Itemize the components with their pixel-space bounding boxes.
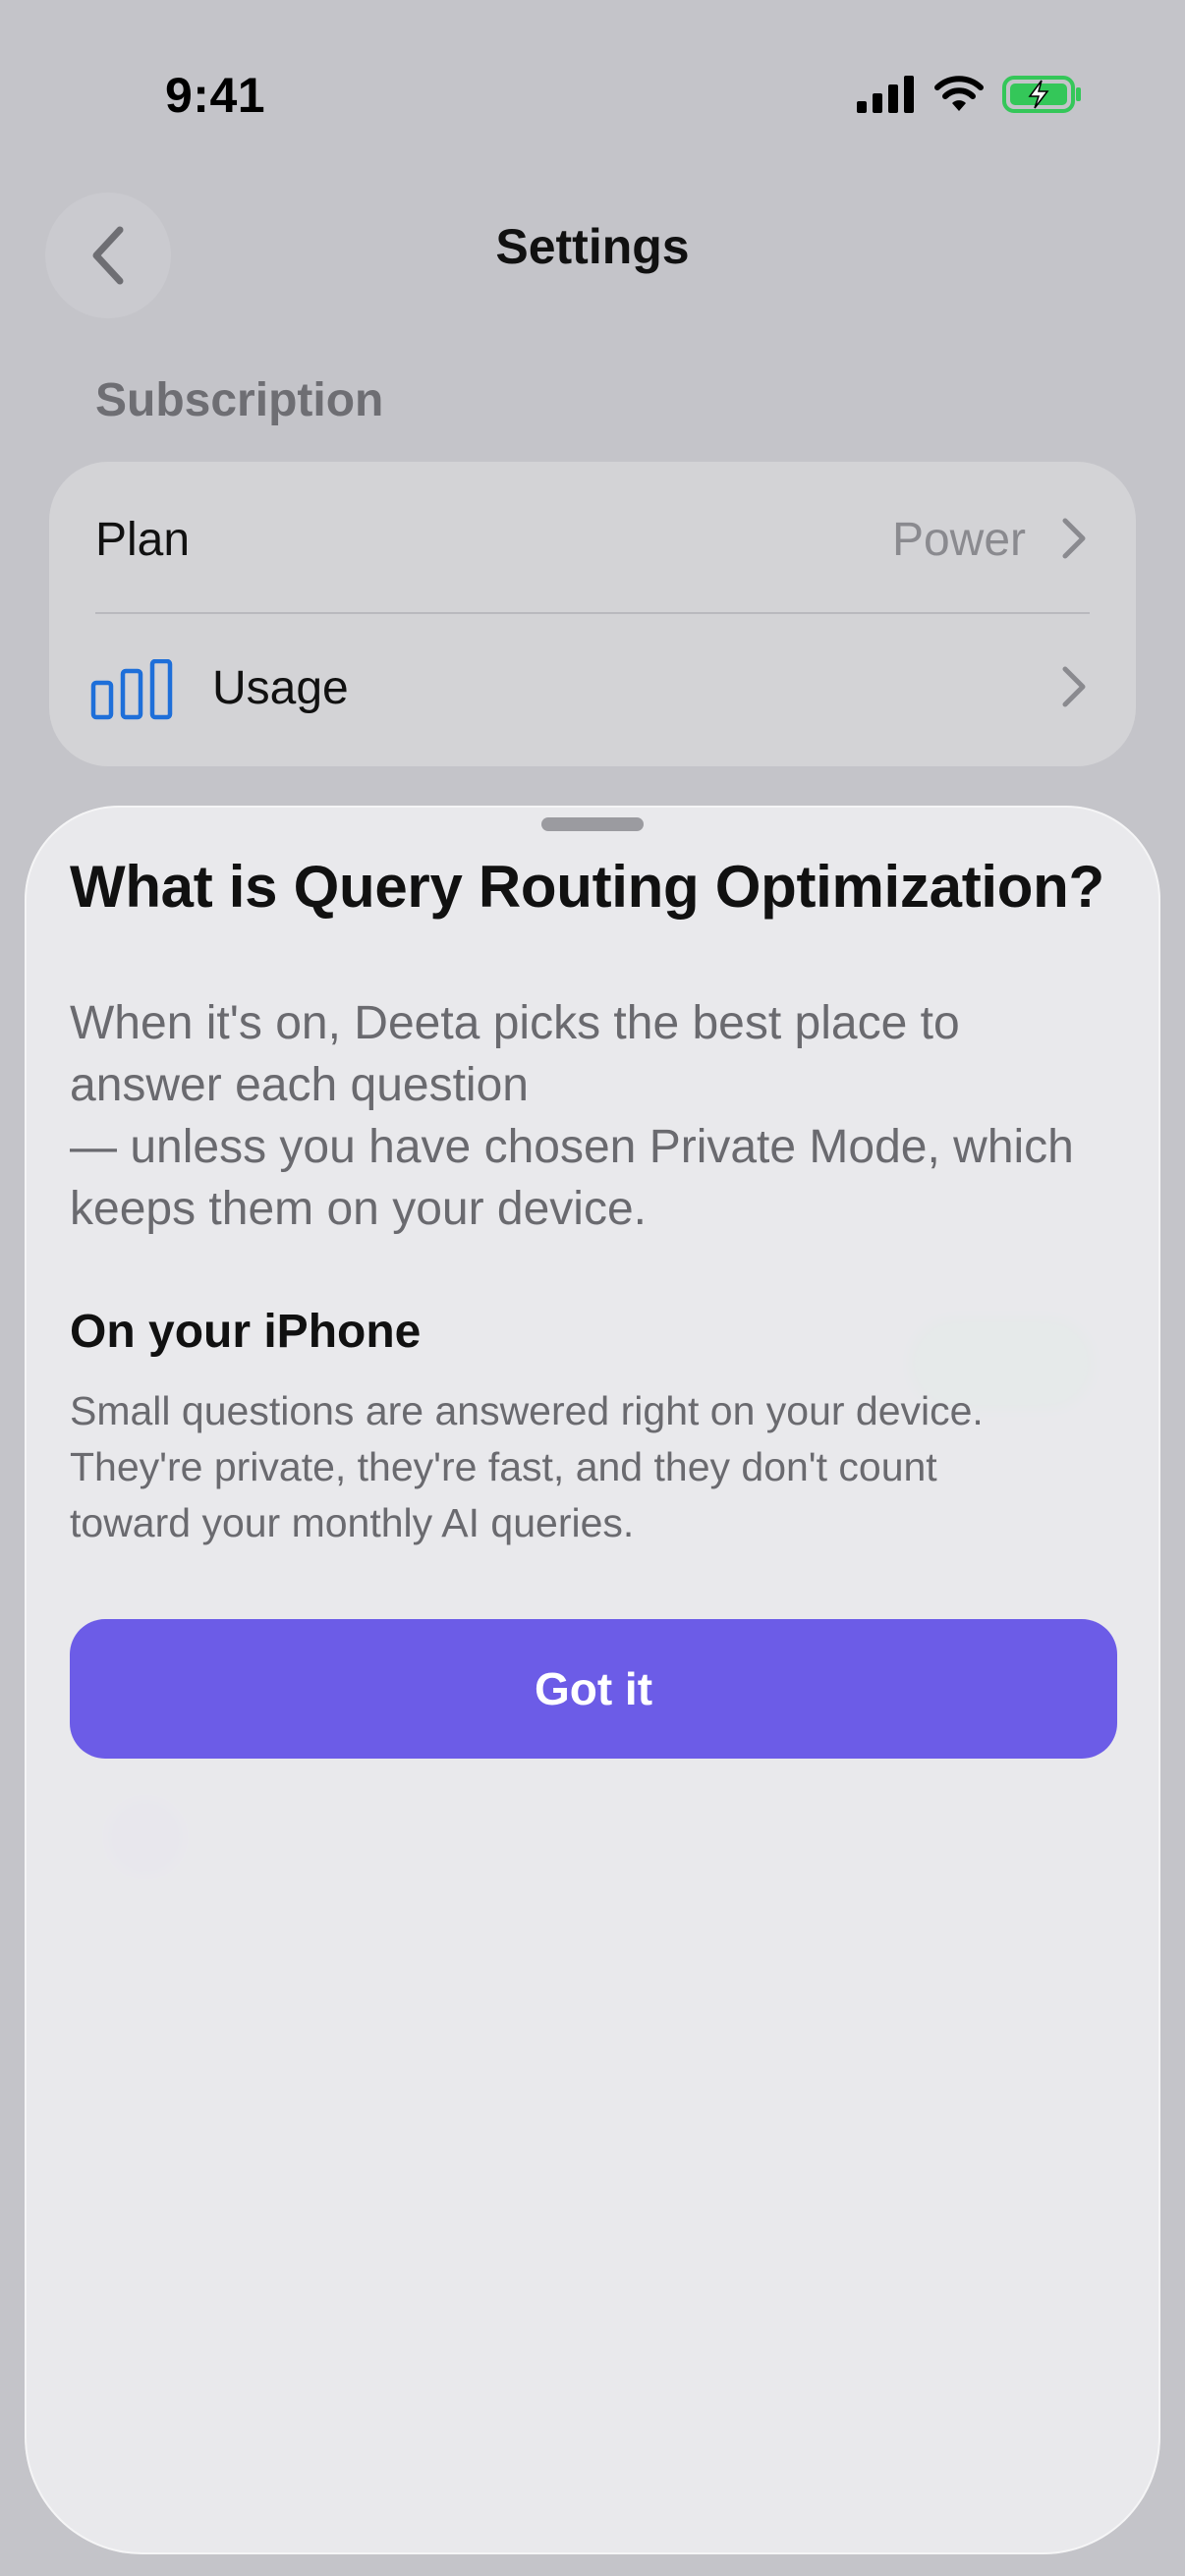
usage-label: Usage bbox=[212, 662, 349, 714]
info-sheet: What is Query Routing Optimization? When… bbox=[25, 806, 1160, 2554]
usage-row[interactable]: Usage bbox=[49, 614, 1136, 766]
sheet-intro-line: When it's on, Deeta picks the best place… bbox=[70, 997, 960, 1049]
status-icons bbox=[857, 75, 1083, 114]
chevron-right-icon bbox=[1062, 666, 1086, 707]
subsection-title: On your iPhone bbox=[70, 1306, 422, 1358]
bar-chart-icon bbox=[90, 659, 173, 720]
got-it-button[interactable]: Got it bbox=[70, 1619, 1117, 1759]
plan-label: Plan bbox=[95, 514, 191, 566]
subsection-line: Small questions are answered right on yo… bbox=[70, 1388, 984, 1433]
status-time: 9:41 bbox=[165, 68, 266, 123]
sheet-title: What is Query Routing Optimization? bbox=[70, 854, 1104, 920]
subsection-line: toward your monthly AI queries. bbox=[70, 1500, 635, 1545]
sheet-intro: When it's on, Deeta picks the best place… bbox=[70, 992, 1121, 1240]
sheet-intro-line: — unless you have chosen Private Mode, w… bbox=[70, 1121, 1074, 1173]
plan-row[interactable]: Plan Power bbox=[49, 462, 1136, 614]
plan-value: Power bbox=[891, 514, 1026, 566]
page-title: Settings bbox=[495, 219, 690, 274]
section-title-subscription: Subscription bbox=[95, 374, 384, 426]
chevron-right-icon bbox=[1062, 518, 1086, 559]
status-bar: 9:41 bbox=[0, 0, 1185, 187]
battery-charging-icon bbox=[1002, 76, 1081, 113]
sheet-intro-line: answer each question bbox=[70, 1059, 529, 1111]
cellular-signal-icon bbox=[857, 76, 914, 113]
sheet-grabber[interactable] bbox=[541, 817, 644, 831]
sheet-intro-line: keeps them on your device. bbox=[70, 1183, 647, 1235]
subsection-body: Small questions are answered right on yo… bbox=[70, 1383, 1131, 1551]
wifi-icon bbox=[934, 76, 984, 111]
subsection-line: They're private, they're fast, and they … bbox=[70, 1444, 937, 1489]
subscription-card: Plan Power Usage bbox=[49, 462, 1136, 766]
